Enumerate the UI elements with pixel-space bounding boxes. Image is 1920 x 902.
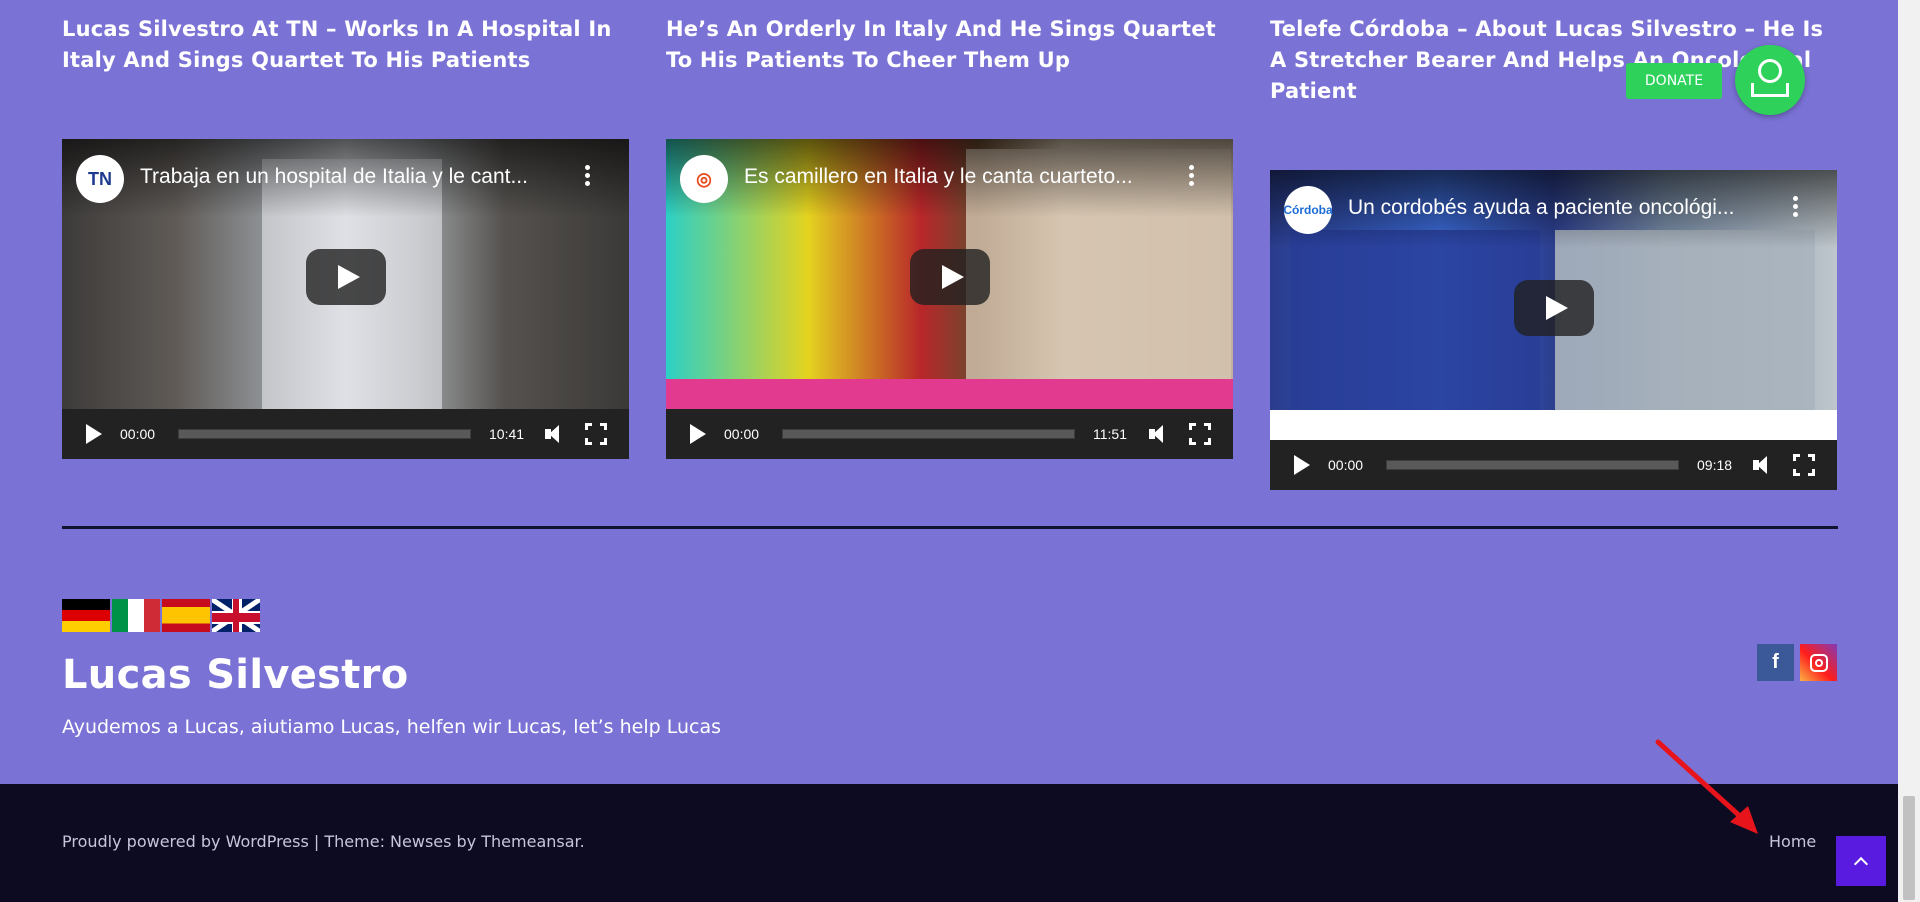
progress-bar[interactable] xyxy=(782,429,1075,439)
fullscreen-icon[interactable] xyxy=(584,422,610,448)
flag-english-icon[interactable] xyxy=(212,599,260,632)
video-header: Córdoba Un cordobés ayuda a paciente onc… xyxy=(1270,170,1837,248)
wordpress-link[interactable]: Proudly powered by WordPress xyxy=(62,832,309,851)
flag-spanish-icon[interactable] xyxy=(162,599,210,632)
duration: 10:41 xyxy=(489,426,525,442)
scrollbar-thumb[interactable] xyxy=(1903,796,1915,900)
credits-separator: | Theme: Newses by xyxy=(308,832,482,851)
page-scrollbar[interactable] xyxy=(1898,0,1920,902)
site-tagline: Ayudemos a Lucas, aiutiamo Lucas, helfen… xyxy=(62,716,722,738)
volume-icon[interactable] xyxy=(545,423,567,445)
instagram-icon[interactable] xyxy=(1800,644,1837,681)
play-overlay-icon[interactable] xyxy=(1514,280,1594,336)
video-header: TN Trabaja en un hospital de Italia y le… xyxy=(62,139,629,217)
channel-logo[interactable]: Córdoba xyxy=(1283,186,1333,234)
more-options-icon[interactable] xyxy=(1793,196,1799,220)
progress-bar[interactable] xyxy=(1386,460,1679,470)
play-overlay-icon[interactable] xyxy=(306,249,386,305)
footer-home-link[interactable]: Home xyxy=(1769,832,1816,851)
language-switcher xyxy=(62,599,260,632)
play-icon[interactable] xyxy=(1294,455,1310,475)
play-icon[interactable] xyxy=(690,424,706,444)
video-title[interactable]: Es camillero en Italia y le canta cuarte… xyxy=(744,165,1164,189)
volume-icon[interactable] xyxy=(1149,423,1171,445)
theme-author-link[interactable]: Themeansar xyxy=(481,832,579,851)
video-player-3[interactable]: Córdoba Un cordobés ayuda a paciente onc… xyxy=(1270,170,1837,490)
video-title[interactable]: Un cordobés ayuda a paciente oncológi... xyxy=(1348,196,1768,220)
video-player-2[interactable]: ◎ Es camillero en Italia y le canta cuar… xyxy=(666,139,1233,459)
red-arrow-annotation-icon xyxy=(1655,739,1758,834)
footer-divider xyxy=(62,526,1838,529)
fullscreen-icon[interactable] xyxy=(1792,453,1818,479)
duration: 09:18 xyxy=(1697,457,1733,473)
facebook-icon[interactable]: f xyxy=(1757,644,1794,681)
post-title-1[interactable]: Lucas Silvestro At TN – Works In A Hospi… xyxy=(62,14,642,76)
video-title[interactable]: Trabaja en un hospital de Italia y le ca… xyxy=(140,165,560,189)
site-title[interactable]: Lucas Silvestro xyxy=(62,652,408,698)
play-overlay-icon[interactable] xyxy=(910,249,990,305)
volume-icon[interactable] xyxy=(1753,454,1775,476)
donate-button[interactable]: DONATE xyxy=(1626,63,1722,99)
duration: 11:51 xyxy=(1093,426,1127,442)
video-controls: 00:00 11:51 xyxy=(666,409,1233,459)
flag-italian-icon[interactable] xyxy=(112,599,160,632)
video-controls: 00:00 10:41 xyxy=(62,409,629,459)
more-options-icon[interactable] xyxy=(585,165,591,189)
donate-hand-coin-icon[interactable] xyxy=(1735,45,1805,115)
more-options-icon[interactable] xyxy=(1189,165,1195,189)
progress-bar[interactable] xyxy=(178,429,471,439)
current-time: 00:00 xyxy=(724,426,760,442)
scroll-to-top-button[interactable] xyxy=(1836,836,1886,886)
flag-german-icon[interactable] xyxy=(62,599,110,632)
play-icon[interactable] xyxy=(86,424,102,444)
fullscreen-icon[interactable] xyxy=(1188,422,1214,448)
post-title-2[interactable]: He’s An Orderly In Italy And He Sings Qu… xyxy=(666,14,1246,76)
current-time: 00:00 xyxy=(1328,457,1364,473)
video-player-1[interactable]: TN Trabaja en un hospital de Italia y le… xyxy=(62,139,629,459)
video-header: ◎ Es camillero en Italia y le canta cuar… xyxy=(666,139,1233,217)
channel-logo[interactable]: ◎ xyxy=(680,155,728,203)
main-content: Lucas Silvestro At TN – Works In A Hospi… xyxy=(0,0,1898,784)
current-time: 00:00 xyxy=(120,426,156,442)
footer-credits: Proudly powered by WordPress | Theme: Ne… xyxy=(62,832,585,851)
chevron-up-icon xyxy=(1853,856,1869,871)
channel-logo[interactable]: TN xyxy=(76,155,124,203)
credits-suffix: . xyxy=(579,832,585,851)
video-controls: 00:00 09:18 xyxy=(1270,440,1837,490)
